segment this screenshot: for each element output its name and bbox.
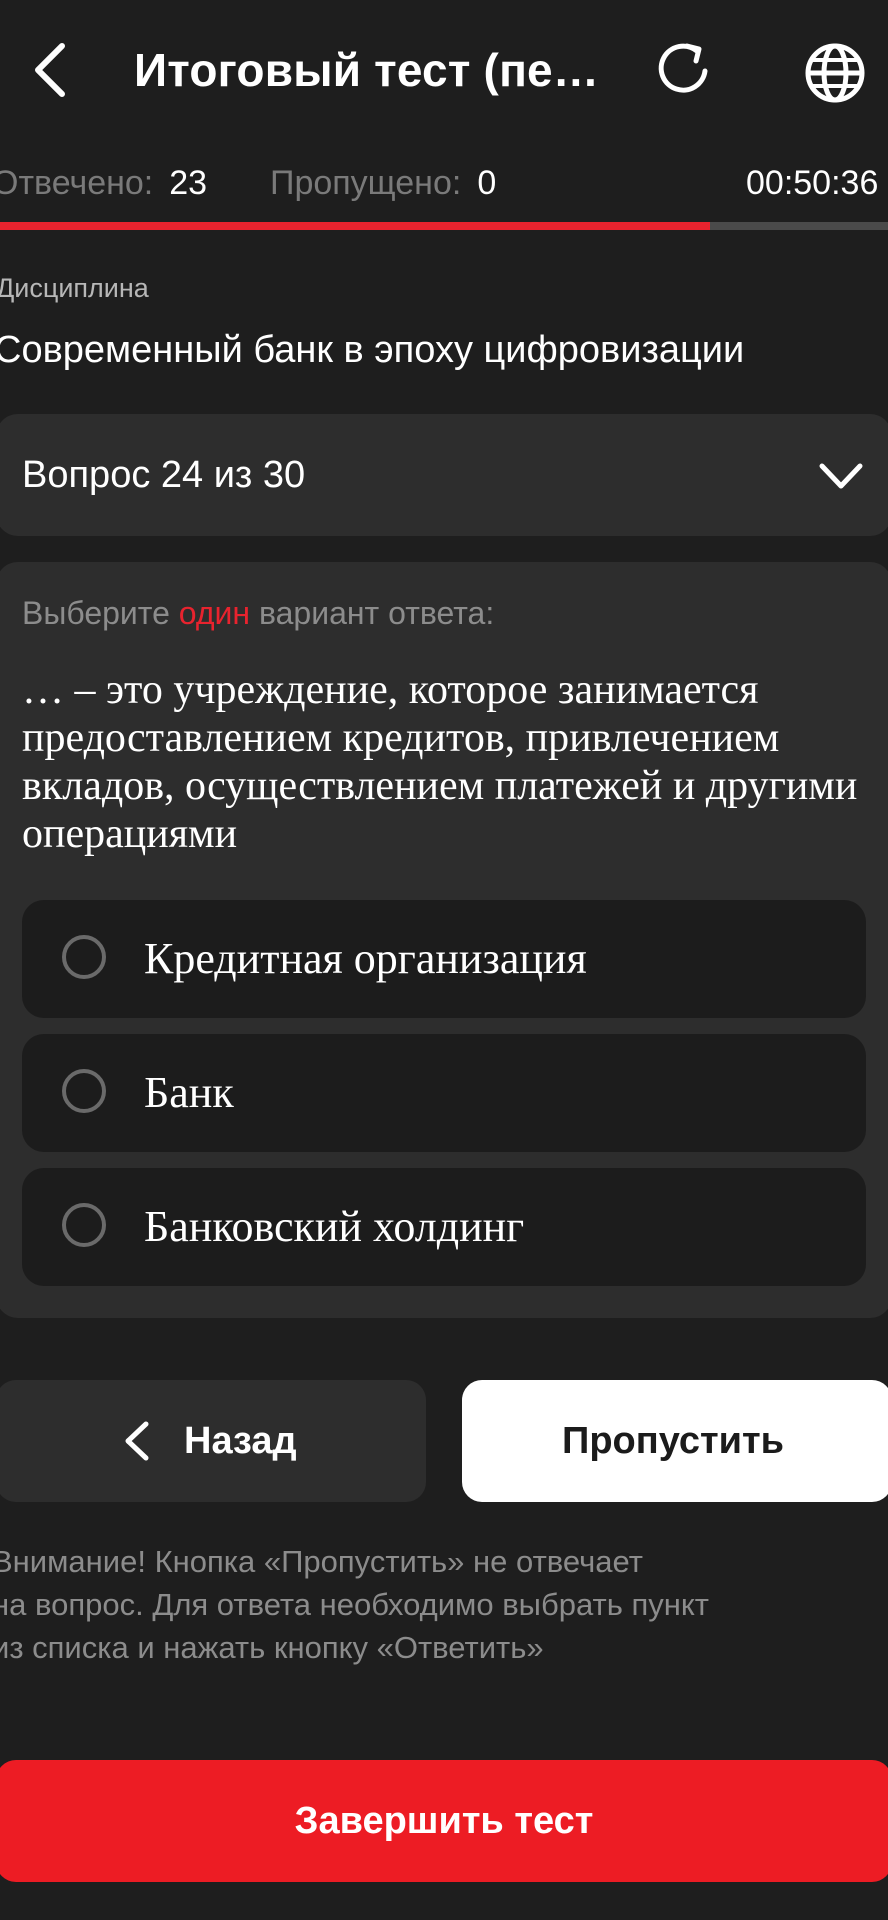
progress-bar [0, 222, 888, 230]
question-text: … – это учреждение, которое занимается п… [22, 667, 858, 857]
answered-label: Отвечено: [0, 164, 154, 202]
option-label: Кредитная организация [144, 934, 587, 983]
skipped-label: Пропущено: [270, 164, 462, 202]
answer-option[interactable]: Кредитная организация [22, 900, 866, 1018]
question-selector[interactable]: Вопрос 24 из 30 [0, 414, 888, 536]
back-label: Назад [184, 1420, 297, 1462]
answer-option[interactable]: Банк [22, 1034, 866, 1152]
chevron-left-icon [125, 1421, 149, 1461]
answered-value: 23 [169, 164, 208, 202]
instruction-accent: один [178, 595, 251, 631]
warning-line: из списка и нажать кнопку «Ответить» [0, 1630, 544, 1665]
progress-fill [0, 222, 711, 230]
skip-warning: Внимание! Кнопка «Пропустить» не отвечае… [0, 1540, 882, 1669]
option-label: Банковский холдинг [144, 1202, 525, 1251]
radio-button[interactable] [62, 935, 106, 979]
answer-instruction: Выберите один вариант ответа: [22, 584, 494, 642]
refresh-icon [658, 43, 708, 93]
answer-option[interactable]: Банковский холдинг [22, 1168, 866, 1286]
language-button[interactable] [798, 36, 872, 110]
globe-icon [805, 43, 865, 103]
warning-line: Внимание! Кнопка «Пропустить» не отвечае… [0, 1544, 643, 1579]
chevron-down-icon [819, 463, 863, 489]
instruction-suffix: вариант ответа: [250, 595, 495, 631]
radio-button[interactable] [62, 1069, 106, 1113]
finish-test-button[interactable]: Завершить тест [0, 1760, 888, 1882]
skipped-value: 0 [477, 164, 497, 202]
option-label: Банк [144, 1068, 234, 1117]
chevron-left-icon [35, 43, 65, 97]
warning-line: на вопрос. Для ответа необходимо выбрать… [0, 1587, 709, 1622]
back-question-button[interactable]: Назад [0, 1380, 426, 1502]
skipped-count: Пропущено: 0 [270, 158, 496, 208]
back-button[interactable] [24, 36, 76, 104]
refresh-button[interactable] [650, 32, 720, 106]
question-number: Вопрос 24 из 30 [22, 454, 306, 496]
finish-label: Завершить тест [294, 1799, 594, 1842]
timer: 00:50:36 [746, 164, 879, 202]
answered-count: Отвечено: 23 [0, 158, 207, 208]
skip-label: Пропустить [562, 1419, 784, 1462]
instruction-prefix: Выберите [22, 595, 179, 631]
radio-button[interactable] [62, 1203, 106, 1247]
page-title: Итоговый тест (пе… [134, 44, 600, 96]
skip-button[interactable]: Пропустить [462, 1380, 888, 1502]
discipline-label: Дисциплина [0, 273, 149, 303]
discipline-name: Современный банк в эпоху цифровизации [0, 329, 745, 371]
question-card: Выберите один вариант ответа: … – это уч… [0, 562, 888, 1318]
